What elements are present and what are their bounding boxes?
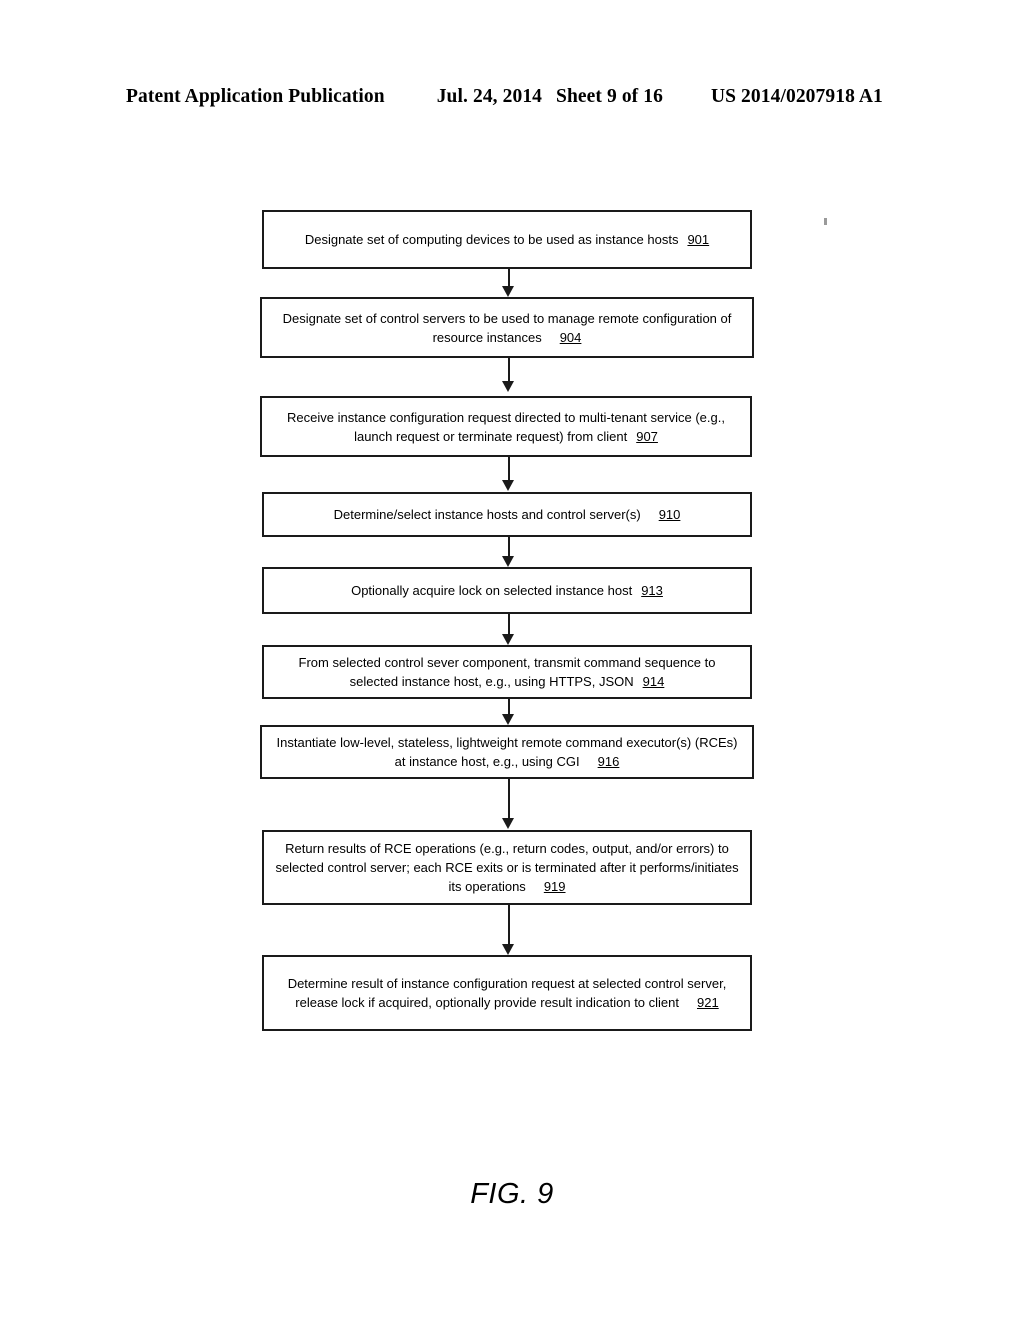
step-913-ref: 913 <box>641 583 663 598</box>
step-921-line-2: release lock if acquired, optionally pro… <box>295 995 679 1010</box>
step-916-line-1: Instantiate low-level, stateless, lightw… <box>276 735 738 750</box>
step-910-line-1: Determine/select instance hosts and cont… <box>333 507 641 522</box>
connector-916-919 <box>508 779 510 821</box>
step-919-line-3: its operations <box>448 879 526 894</box>
flowchart-step-914: From selected control sever component, t… <box>262 645 752 699</box>
step-904-ref: 904 <box>559 329 582 345</box>
arrowhead-916-919 <box>502 818 514 829</box>
step-919-line-2: selected control server; each RCE exits … <box>275 860 739 875</box>
step-904-line-2: resource instances <box>432 329 542 345</box>
step-913-line-1: Optionally acquire lock on selected inst… <box>351 583 633 598</box>
flowchart-step-904: Designate set of control servers to be u… <box>260 297 754 358</box>
flowchart-step-921: Determine result of instance configurati… <box>262 955 752 1031</box>
flowchart-step-913: Optionally acquire lock on selected inst… <box>262 567 752 614</box>
flowchart-step-901: Designate set of computing devices to be… <box>262 210 752 269</box>
arrowhead-913-914 <box>502 634 514 645</box>
figure-caption: FIG. 9 <box>470 1178 554 1210</box>
arrowhead-904-907 <box>502 381 514 392</box>
step-914-line-1: From selected control sever component, t… <box>298 655 716 670</box>
step-919-ref: 919 <box>543 879 566 894</box>
arrowhead-907-910 <box>502 480 514 491</box>
step-904-line-1: Designate set of control servers to be u… <box>282 310 732 326</box>
scan-artifact-speck <box>824 218 827 225</box>
step-901-ref: 901 <box>687 232 710 247</box>
arrowhead-919-921 <box>502 944 514 955</box>
step-907-ref: 907 <box>636 428 658 444</box>
step-901-line-1: Designate set of computing devices to be… <box>304 232 679 247</box>
arrowhead-914-916 <box>502 714 514 725</box>
flowchart-step-910: Determine/select instance hosts and cont… <box>262 492 752 537</box>
flowchart-diagram: Designate set of computing devices to be… <box>0 0 1024 1320</box>
connector-919-921 <box>508 905 510 947</box>
step-914-line-2: selected instance host, e.g., using HTTP… <box>349 674 634 689</box>
step-907-line-2: launch request or terminate request) fro… <box>354 428 628 444</box>
arrowhead-910-913 <box>502 556 514 567</box>
step-914-ref: 914 <box>642 674 665 689</box>
step-919-line-1: Return results of RCE operations (e.g., … <box>285 841 729 856</box>
flowchart-step-907: Receive instance configuration request d… <box>260 396 752 457</box>
arrowhead-901-904 <box>502 286 514 297</box>
step-916-line-2: at instance host, e.g., using CGI <box>394 754 580 769</box>
step-916-ref: 916 <box>597 754 620 769</box>
flowchart-step-919: Return results of RCE operations (e.g., … <box>262 830 752 905</box>
flowchart-step-916: Instantiate low-level, stateless, lightw… <box>260 725 754 779</box>
step-921-ref: 921 <box>697 995 719 1010</box>
step-907-line-1: Receive instance configuration request d… <box>287 409 725 425</box>
step-910-ref: 910 <box>658 507 681 522</box>
step-921-line-1: Determine result of instance configurati… <box>287 976 727 991</box>
